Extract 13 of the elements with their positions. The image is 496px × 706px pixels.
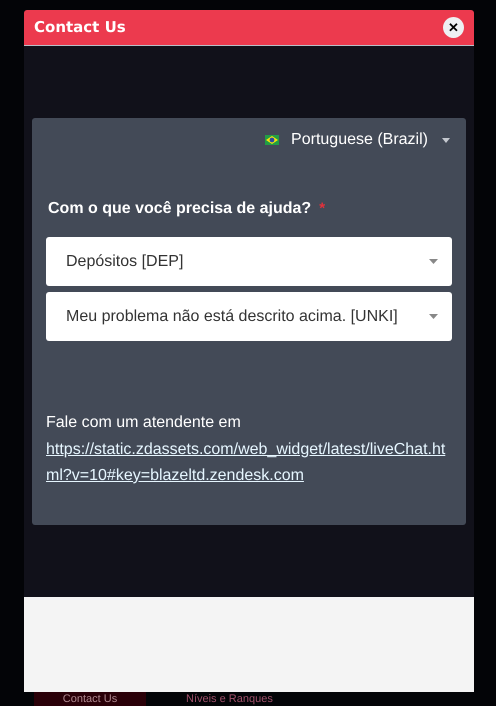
message-text: Fale com um atendente em [46,413,242,433]
close-button[interactable]: ✕ [443,17,464,38]
select-field[interactable]: Depósitos [DEP] [46,237,452,286]
caret-icon [429,314,438,319]
modal-title: Contact Us [34,17,126,38]
select-field[interactable]: Meu problema não está descrito acima. [UNKI] [46,292,452,341]
required-mark: * [319,198,326,219]
caret-icon [429,259,438,264]
flag-icon [265,135,280,145]
language-selector[interactable]: Portuguese (Brazil) [291,128,450,152]
caret-icon [442,138,450,142]
chat-link[interactable]: https://static.zdassets.com/web_widget/latest/liveChat.html?v=10#key=blazeltd.zendesk.com [46,437,452,489]
question-label: Com o que você precisa de ajuda? [48,199,312,219]
